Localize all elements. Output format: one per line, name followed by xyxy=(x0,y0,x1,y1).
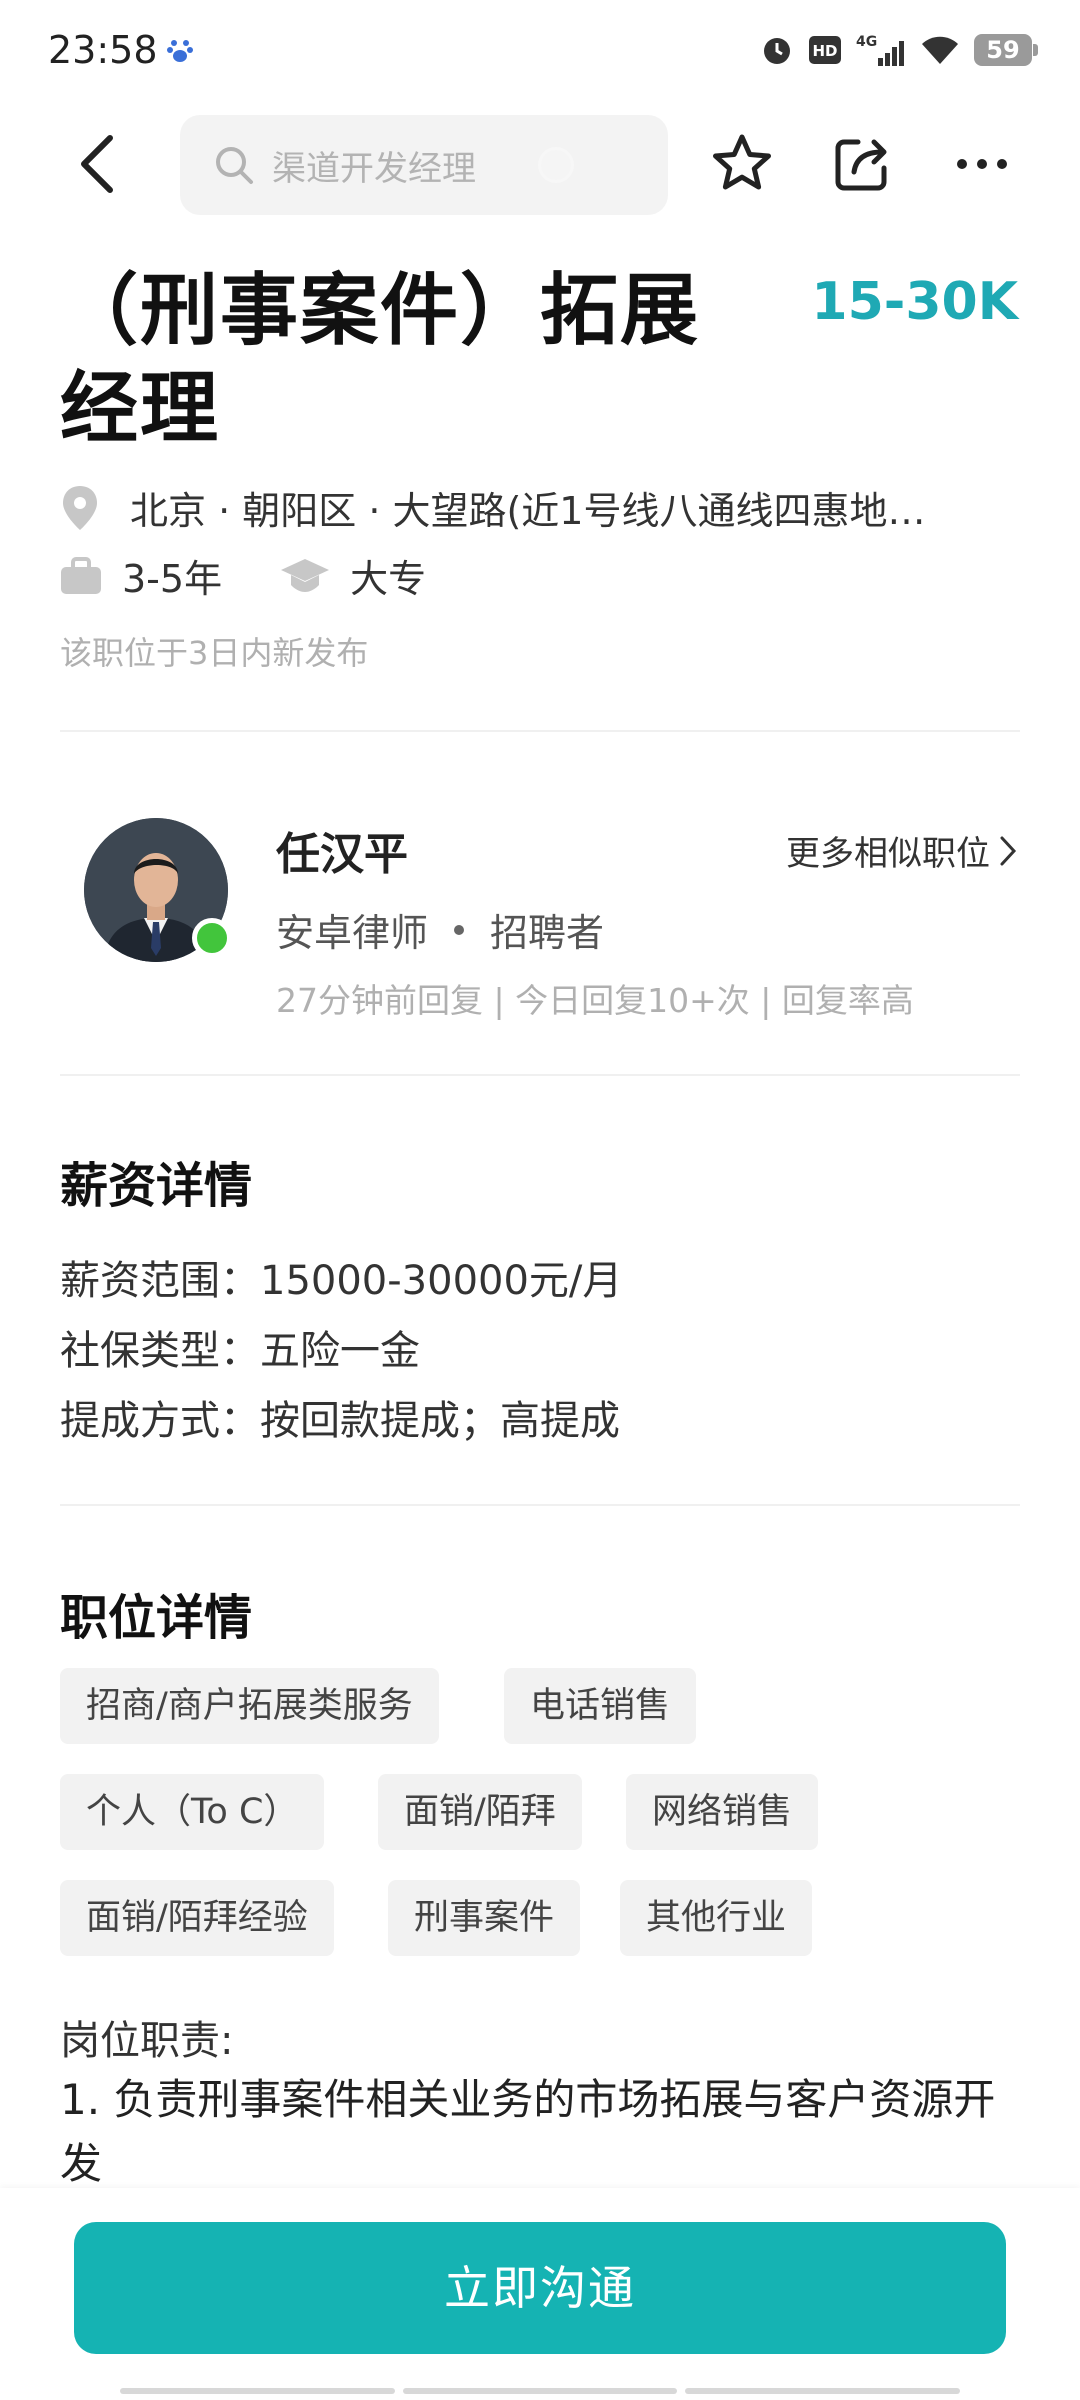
location-row[interactable]: 北京 · 朝阳区 · 大望路(近1号线八通线四惠地… xyxy=(60,480,1020,535)
location-text: 北京 · 朝阳区 · 大望路(近1号线八通线四惠地… xyxy=(130,489,926,533)
tag: 刑事案件 xyxy=(388,1880,581,1956)
svg-text:HD: HD xyxy=(812,42,837,60)
salary-range: 15-30K xyxy=(811,272,1018,332)
divider xyxy=(60,730,1020,732)
posted-notice: 该职位于3日内新发布 xyxy=(60,634,369,672)
search-box[interactable]: 渠道开发经理 xyxy=(180,115,668,215)
bottom-action-bar: 立即沟通 xyxy=(0,2188,1080,2400)
duty-label: 岗位职责: xyxy=(60,2018,234,2064)
search-icon xyxy=(216,147,253,184)
duty-text: 1. 负责刑事案件相关业务的市场拓展与客户资源开发 xyxy=(60,2075,996,2188)
job-detail-page: 23:58 HD 4G 59 渠道开发经理 （刑事案件）拓展经理 15-30K … xyxy=(0,0,1080,2400)
loading-spinner xyxy=(538,147,574,183)
commission-line: 提成方式：按回款提成；高提成 xyxy=(60,1398,620,1444)
more-similar-jobs-label: 更多相似职位 xyxy=(786,834,990,874)
share-button[interactable] xyxy=(826,128,898,200)
paw-icon xyxy=(167,40,193,62)
divider xyxy=(60,1504,1020,1506)
salary-details-title: 薪资详情 xyxy=(60,1158,253,1214)
insurance-type-line: 社保类型：五险一金 xyxy=(60,1328,420,1374)
cellular-signal-icon: 4G xyxy=(856,34,904,66)
battery-indicator: 59 xyxy=(974,34,1038,66)
recruiter-role: 招聘者 xyxy=(490,911,605,955)
chat-now-button[interactable]: 立即沟通 xyxy=(74,2222,1006,2354)
svg-text:4G: 4G xyxy=(856,34,877,50)
recruiter-role-row: 安卓律师 招聘者 xyxy=(276,902,604,957)
job-title: （刑事案件）拓展经理 xyxy=(60,266,701,454)
search-placeholder: 渠道开发经理 xyxy=(272,148,476,189)
star-icon xyxy=(713,134,771,190)
alarm-icon xyxy=(764,38,790,64)
more-button[interactable] xyxy=(946,128,1018,200)
salary-range-line: 薪资范围：15000-30000元/月 xyxy=(60,1258,623,1304)
favorite-button[interactable] xyxy=(706,128,778,200)
location-pin-icon xyxy=(63,485,97,530)
tag: 网络销售 xyxy=(626,1774,819,1850)
divider xyxy=(60,1074,1020,1076)
status-bar: 23:58 HD 4G 59 xyxy=(0,0,1080,100)
more-dots-icon xyxy=(957,159,1007,169)
experience-text: 3-5年 xyxy=(122,557,223,601)
wifi-icon xyxy=(922,36,958,64)
tag: 招商/商户拓展类服务 xyxy=(60,1668,439,1744)
tag: 其他行业 xyxy=(620,1880,813,1956)
online-status-dot xyxy=(192,918,232,958)
back-button[interactable] xyxy=(60,128,132,200)
chevron-right-icon xyxy=(1000,836,1017,865)
education-text: 大专 xyxy=(350,557,427,601)
share-icon xyxy=(835,139,887,191)
recruiter-name: 任汉平 xyxy=(276,829,408,880)
nav-bar: 渠道开发经理 xyxy=(0,110,1080,220)
hd-icon: HD xyxy=(809,36,841,64)
tag: 电话销售 xyxy=(504,1668,697,1744)
recruiter-reply-stats: 27分钟前回复 | 今日回复10+次 | 回复率高 xyxy=(276,981,914,1020)
back-arrow-icon xyxy=(81,135,113,193)
recruiter-company: 安卓律师 xyxy=(276,911,429,955)
status-indicators: HD 4G 59 xyxy=(760,30,1038,70)
home-indicator xyxy=(120,2388,961,2394)
graduation-cap-icon xyxy=(281,558,330,592)
briefcase-icon xyxy=(61,556,101,594)
tag: 面销/陌拜 xyxy=(378,1774,582,1850)
tag: 个人（To C） xyxy=(60,1774,325,1850)
requirements-row: 3-5年 大专 xyxy=(60,548,426,603)
separator-dot xyxy=(454,924,465,935)
tag: 面销/陌拜经验 xyxy=(60,1880,334,1956)
status-time: 23:58 xyxy=(48,28,158,72)
more-similar-jobs-link[interactable]: 更多相似职位 xyxy=(786,826,1018,875)
position-details-title: 职位详情 xyxy=(60,1590,253,1646)
